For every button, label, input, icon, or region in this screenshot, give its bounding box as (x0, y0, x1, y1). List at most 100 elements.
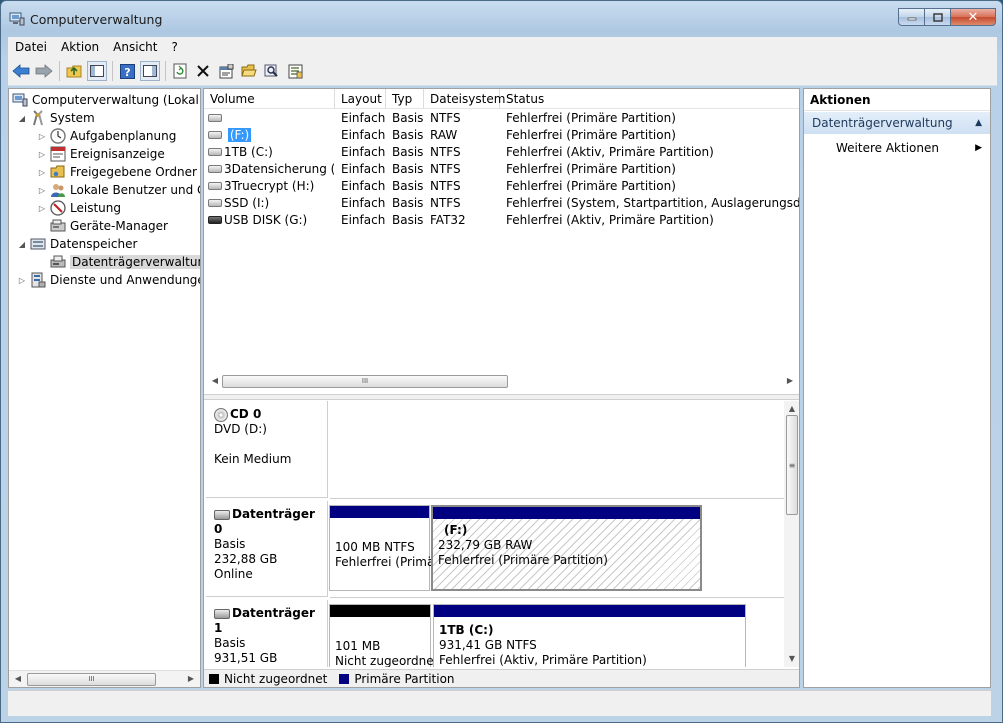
expanded-triangle-icon[interactable]: ◢ (17, 240, 27, 249)
volume-layout: Einfach (341, 196, 386, 210)
scroll-left-arrow-icon[interactable]: ◀ (207, 373, 223, 389)
drive-icon (208, 198, 222, 207)
volume-horizontal-scrollbar[interactable]: ◀ III ▶ (204, 373, 799, 390)
properties-button[interactable] (216, 61, 236, 81)
volume-row[interactable]: 1TB (C:) Einfach Basis NTFS Fehlerfrei (… (204, 144, 799, 161)
forward-arrow-icon (35, 64, 53, 78)
scroll-right-arrow-icon[interactable]: ▶ (183, 671, 199, 687)
tree-item-freigegebene-ordner[interactable]: ▷ Freigegebene Ordner (37, 163, 197, 181)
scroll-thumb[interactable]: III (222, 375, 508, 388)
toolbar: ? (8, 57, 997, 86)
expanded-triangle-icon[interactable]: ◢ (17, 114, 27, 123)
disk-type: Basis (214, 636, 246, 650)
refresh-button[interactable] (170, 61, 190, 81)
partition-size: 100 MB NTFS (335, 540, 415, 554)
volume-row[interactable]: SSD (I:) Einfach Basis NTFS Fehlerfrei (… (204, 195, 799, 212)
partition-disk0-1[interactable]: 100 MB NTFS Fehlerfrei (Primä (329, 505, 434, 591)
disk-management-icon (50, 254, 66, 270)
primary-partition-bar (433, 507, 700, 519)
tree-item-leistung[interactable]: ▷ Leistung (37, 199, 121, 217)
unallocated-bar (330, 605, 430, 617)
menu-ansicht[interactable]: Ansicht (106, 37, 164, 57)
help-button[interactable]: ? (117, 61, 137, 81)
collapsed-triangle-icon[interactable]: ▷ (37, 150, 47, 159)
collapsed-triangle-icon[interactable]: ▷ (37, 168, 47, 177)
close-button[interactable]: ✕ (950, 8, 996, 26)
scroll-thumb[interactable]: III (27, 673, 156, 686)
volume-row[interactable]: 3Truecrypt (H:) Einfach Basis NTFS Fehle… (204, 178, 799, 195)
partition-name: 1TB (C:) (439, 623, 494, 637)
menu-datei[interactable]: Datei (8, 37, 54, 57)
scroll-down-arrow-icon[interactable]: ▼ (784, 651, 799, 667)
delete-button[interactable] (193, 61, 213, 81)
scroll-thumb[interactable]: ≡ (786, 415, 798, 515)
volume-row-selected[interactable]: (F:) Einfach Basis RAW Fehlerfrei (Primä… (204, 127, 799, 144)
drive-icon (208, 147, 222, 156)
partition-disk1-2[interactable]: 1TB (C:) 931,41 GB NTFS Fehlerfrei (Akti… (433, 604, 746, 667)
column-header-volume[interactable]: Volume (204, 89, 335, 109)
event-viewer-icon (50, 146, 66, 162)
performance-icon (50, 200, 66, 216)
menu-help[interactable]: ? (164, 37, 184, 57)
volume-row[interactable]: USB DISK (G:) Einfach Basis FAT32 Fehler… (204, 212, 799, 229)
tree-label: Ereignisanzeige (70, 147, 165, 161)
action-weitere-aktionen[interactable]: Weitere Aktionen ▶ (804, 137, 990, 159)
primary-partition-bar (434, 605, 745, 617)
maximize-button[interactable] (924, 8, 950, 26)
computer-management-icon (12, 92, 28, 108)
export-list-button[interactable] (285, 61, 305, 81)
show-hide-action-pane-button[interactable] (140, 61, 160, 81)
menu-aktion[interactable]: Aktion (54, 37, 106, 57)
collapse-up-icon[interactable]: ▲ (975, 112, 982, 134)
volume-row[interactable]: 3Datensicherung (J:) Einfach Basis NTFS … (204, 161, 799, 178)
tree-label: Geräte-Manager (70, 219, 168, 233)
forward-button[interactable] (34, 61, 54, 81)
tree-item-dienste[interactable]: ▷ Dienste und Anwendungen (17, 271, 200, 289)
volume-layout: Einfach (341, 162, 386, 176)
maximize-icon (932, 12, 943, 22)
back-button[interactable] (11, 61, 31, 81)
search-button[interactable] (262, 61, 282, 81)
volume-type: Basis (392, 213, 424, 227)
column-header-typ[interactable]: Typ (386, 89, 424, 109)
tree-horizontal-scrollbar[interactable]: ◀ III ▶ (9, 670, 200, 687)
tree-item-root[interactable]: Computerverwaltung (Lokal) (11, 91, 200, 109)
volume-row[interactable]: Einfach Basis NTFS Fehlerfrei (Primäre P… (204, 110, 799, 127)
column-header-layout[interactable]: Layout (335, 89, 386, 109)
tree-item-datentraegerverwaltung[interactable]: Datenträgerverwaltung (47, 253, 200, 271)
partition-disk1-unallocated[interactable]: 101 MB Nicht zugeordne (329, 604, 434, 667)
volume-filesystem: NTFS (430, 145, 461, 159)
disk-label-disk1[interactable]: Datenträger 1 Basis 931,51 GB Online (206, 600, 328, 667)
title-bar[interactable]: Computerverwaltung ✕ (1, 1, 1002, 35)
disk-line: DVD (D:) (214, 422, 267, 436)
scroll-left-arrow-icon[interactable]: ◀ (10, 671, 26, 687)
svg-text:?: ? (124, 66, 130, 79)
collapsed-triangle-icon[interactable]: ▷ (37, 186, 47, 195)
volume-filesystem: NTFS (430, 111, 461, 125)
up-level-button[interactable] (64, 61, 84, 81)
tree-item-ereignisanzeige[interactable]: ▷ Ereignisanzeige (37, 145, 165, 163)
volume-list-header: Volume Layout Typ Dateisystem Status (204, 89, 799, 109)
disk-label-disk0[interactable]: Datenträger 0 Basis 232,88 GB Online (206, 501, 328, 597)
collapsed-triangle-icon[interactable]: ▷ (37, 132, 47, 141)
open-button[interactable] (239, 61, 259, 81)
tree-item-system[interactable]: ◢ System (17, 109, 95, 127)
tree-item-lokale-benutzer[interactable]: ▷ Lokale Benutzer und Gr (37, 181, 200, 199)
minimize-button[interactable] (898, 8, 924, 26)
collapsed-triangle-icon[interactable]: ▷ (37, 204, 47, 213)
tree-item-geraete-manager[interactable]: Geräte-Manager (47, 217, 168, 235)
column-header-status[interactable]: Status (500, 89, 799, 109)
scroll-right-arrow-icon[interactable]: ▶ (782, 373, 798, 389)
pane-splitter[interactable] (204, 394, 799, 400)
collapsed-triangle-icon[interactable]: ▷ (17, 276, 27, 285)
actions-section-datentraegerverwaltung[interactable]: Datenträgerverwaltung ▲ (804, 112, 990, 134)
console-tree[interactable]: Computerverwaltung (Lokal) ◢ System ▷ Au… (8, 88, 201, 688)
drive-icon (208, 130, 222, 139)
tree-item-aufgabenplanung[interactable]: ▷ Aufgabenplanung (37, 127, 176, 145)
column-header-dateisystem[interactable]: Dateisystem (424, 89, 505, 109)
partition-disk0-2-selected[interactable]: (F:) 232,79 GB RAW Fehlerfrei (Primäre P… (431, 505, 702, 591)
disk-vertical-scrollbar[interactable]: ▲ ≡ ▼ (784, 401, 799, 667)
tree-item-datenspeicher[interactable]: ◢ Datenspeicher (17, 235, 137, 253)
disk-label-cd0[interactable]: CD 0 DVD (D:) Kein Medium (206, 401, 328, 498)
show-hide-tree-button[interactable] (87, 61, 107, 81)
